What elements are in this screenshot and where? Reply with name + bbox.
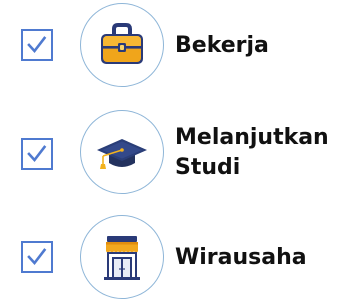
option-label: Wirausaha	[175, 243, 307, 273]
check-icon	[27, 36, 47, 54]
option-label: Melanjutkan Studi	[175, 123, 329, 183]
option-wirausaha[interactable]: Wirausaha	[0, 215, 353, 299]
storefront-icon	[104, 236, 140, 280]
option-label-line: Bekerja	[175, 33, 269, 58]
briefcase-icon	[101, 23, 143, 64]
check-icon	[27, 145, 47, 163]
option-bekerja[interactable]: Bekerja	[0, 3, 353, 87]
option-melanjutkan-studi[interactable]: Melanjutkan Studi	[0, 107, 353, 197]
option-label-line: Melanjutkan	[175, 125, 329, 150]
checkbox-wirausaha[interactable]	[21, 241, 53, 273]
storefront-badge	[80, 215, 164, 299]
graduation-cap-badge	[80, 110, 164, 194]
option-label-line: Studi	[175, 155, 241, 180]
option-label-line: Wirausaha	[175, 245, 307, 270]
checkbox-melanjutkan-studi[interactable]	[21, 138, 53, 170]
checkbox-bekerja[interactable]	[21, 29, 53, 61]
option-label: Bekerja	[175, 31, 269, 61]
briefcase-badge	[80, 3, 164, 87]
graduation-cap-icon	[97, 139, 147, 169]
check-icon	[27, 248, 47, 266]
